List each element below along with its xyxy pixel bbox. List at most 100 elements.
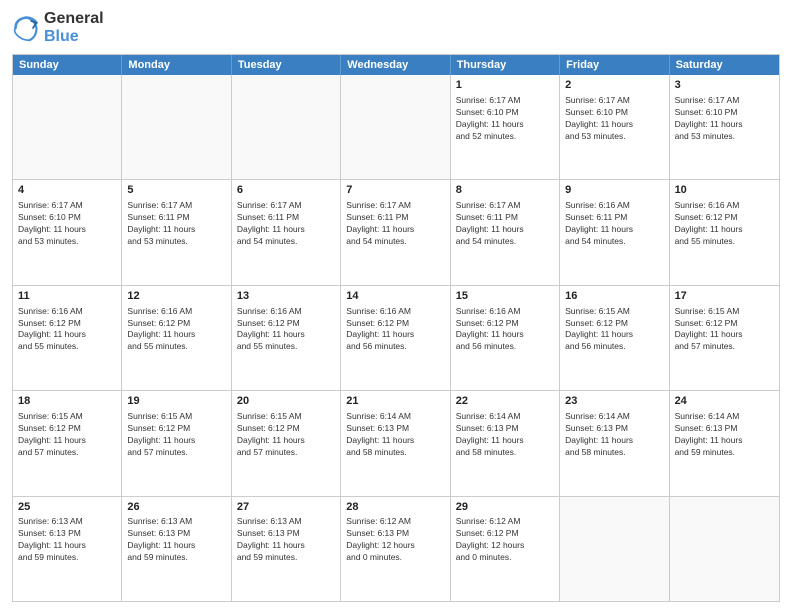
header-day-sunday: Sunday — [13, 55, 122, 75]
calendar-cell — [13, 75, 122, 179]
calendar-cell: 16Sunrise: 6:15 AM Sunset: 6:12 PM Dayli… — [560, 286, 669, 390]
day-number: 10 — [675, 183, 774, 198]
week-row-5: 25Sunrise: 6:13 AM Sunset: 6:13 PM Dayli… — [13, 496, 779, 601]
day-info: Sunrise: 6:16 AM Sunset: 6:12 PM Dayligh… — [456, 306, 554, 354]
day-info: Sunrise: 6:15 AM Sunset: 6:12 PM Dayligh… — [127, 411, 225, 459]
calendar-cell: 9 Sunrise: 6:16 AM Sunset: 6:11 PM Daylig… — [560, 180, 669, 284]
day-info: Sunrise: 6:14 AM Sunset: 6:13 PM Dayligh… — [346, 411, 444, 459]
calendar-cell — [670, 497, 779, 601]
day-info: Sunrise: 6:12 AM Sunset: 6:13 PM Dayligh… — [346, 516, 444, 564]
calendar-cell: 12 Sunrise: 6:16 AM Sunset: 6:12 PM Dayli… — [122, 286, 231, 390]
day-info: Sunrise: 6:17 AM Sunset: 6:10 PM Dayligh… — [456, 95, 554, 143]
logo-icon — [12, 14, 40, 42]
calendar-cell: 3 Sunrise: 6:17 AM Sunset: 6:10 PM Daylig… — [670, 75, 779, 179]
day-number: 13 — [237, 289, 335, 304]
calendar-header: SundayMondayTuesdayWednesdayThursdayFrid… — [13, 55, 779, 75]
calendar-cell: 24Sunrise: 6:14 AM Sunset: 6:13 PM Dayli… — [670, 391, 779, 495]
day-info: Sunrise: 6:15 AM Sunset: 6:12 PM Dayligh… — [18, 411, 116, 459]
calendar-cell: 21Sunrise: 6:14 AM Sunset: 6:13 PM Dayli… — [341, 391, 450, 495]
day-number: 12 — [127, 289, 225, 304]
calendar-cell: 26Sunrise: 6:13 AM Sunset: 6:13 PM Dayli… — [122, 497, 231, 601]
header-day-monday: Monday — [122, 55, 231, 75]
day-number: 25 — [18, 500, 116, 515]
calendar-cell: 5Sunrise: 6:17 AM Sunset: 6:11 PM Daylig… — [122, 180, 231, 284]
logo: General Blue — [12, 10, 104, 46]
week-row-4: 18Sunrise: 6:15 AM Sunset: 6:12 PM Dayli… — [13, 390, 779, 495]
day-number: 4 — [18, 183, 116, 198]
day-info: Sunrise: 6:15 AM Sunset: 6:12 PM Dayligh… — [675, 306, 774, 354]
calendar-cell: 6Sunrise: 6:17 AM Sunset: 6:11 PM Daylig… — [232, 180, 341, 284]
day-number: 8 — [456, 183, 554, 198]
day-number: 24 — [675, 394, 774, 409]
day-info: Sunrise: 6:17 AM Sunset: 6:10 PM Dayligh… — [565, 95, 663, 143]
day-info: Sunrise: 6:13 AM Sunset: 6:13 PM Dayligh… — [18, 516, 116, 564]
day-info: Sunrise: 6:13 AM Sunset: 6:13 PM Dayligh… — [127, 516, 225, 564]
day-info: Sunrise: 6:16 AM Sunset: 6:11 PM Dayligh… — [565, 200, 663, 248]
calendar-cell — [341, 75, 450, 179]
day-number: 28 — [346, 500, 444, 515]
day-number: 1 — [456, 78, 554, 93]
day-number: 26 — [127, 500, 225, 515]
day-number: 3 — [675, 78, 774, 93]
calendar-cell: 2Sunrise: 6:17 AM Sunset: 6:10 PM Daylig… — [560, 75, 669, 179]
calendar-cell: 11 Sunrise: 6:16 AM Sunset: 6:12 PM Dayli… — [13, 286, 122, 390]
day-number: 16 — [565, 289, 663, 304]
calendar-cell: 15 Sunrise: 6:16 AM Sunset: 6:12 PM Dayli… — [451, 286, 560, 390]
header: General Blue — [12, 10, 780, 46]
day-number: 15 — [456, 289, 554, 304]
calendar-body: 1 Sunrise: 6:17 AM Sunset: 6:10 PM Daylig… — [13, 75, 779, 601]
day-number: 20 — [237, 394, 335, 409]
calendar-cell: 29Sunrise: 6:12 AM Sunset: 6:12 PM Dayli… — [451, 497, 560, 601]
calendar-cell: 25Sunrise: 6:13 AM Sunset: 6:13 PM Dayli… — [13, 497, 122, 601]
day-info: Sunrise: 6:16 AM Sunset: 6:12 PM Dayligh… — [675, 200, 774, 248]
calendar-cell: 19 Sunrise: 6:15 AM Sunset: 6:12 PM Dayli… — [122, 391, 231, 495]
day-info: Sunrise: 6:17 AM Sunset: 6:11 PM Dayligh… — [127, 200, 225, 248]
week-row-2: 4 Sunrise: 6:17 AM Sunset: 6:10 PM Daylig… — [13, 179, 779, 284]
day-info: Sunrise: 6:15 AM Sunset: 6:12 PM Dayligh… — [237, 411, 335, 459]
calendar-cell: 27Sunrise: 6:13 AM Sunset: 6:13 PM Dayli… — [232, 497, 341, 601]
day-number: 9 — [565, 183, 663, 198]
header-day-thursday: Thursday — [451, 55, 560, 75]
day-number: 27 — [237, 500, 335, 515]
day-number: 7 — [346, 183, 444, 198]
header-day-friday: Friday — [560, 55, 669, 75]
day-info: Sunrise: 6:17 AM Sunset: 6:11 PM Dayligh… — [456, 200, 554, 248]
calendar-cell: 14 Sunrise: 6:16 AM Sunset: 6:12 PM Dayli… — [341, 286, 450, 390]
day-info: Sunrise: 6:13 AM Sunset: 6:13 PM Dayligh… — [237, 516, 335, 564]
calendar-cell: 18Sunrise: 6:15 AM Sunset: 6:12 PM Dayli… — [13, 391, 122, 495]
calendar-cell: 20 Sunrise: 6:15 AM Sunset: 6:12 PM Dayli… — [232, 391, 341, 495]
day-info: Sunrise: 6:16 AM Sunset: 6:12 PM Dayligh… — [18, 306, 116, 354]
week-row-3: 11 Sunrise: 6:16 AM Sunset: 6:12 PM Dayli… — [13, 285, 779, 390]
calendar: SundayMondayTuesdayWednesdayThursdayFrid… — [12, 54, 780, 602]
calendar-cell: 1 Sunrise: 6:17 AM Sunset: 6:10 PM Daylig… — [451, 75, 560, 179]
day-number: 19 — [127, 394, 225, 409]
calendar-cell — [232, 75, 341, 179]
day-info: Sunrise: 6:14 AM Sunset: 6:13 PM Dayligh… — [565, 411, 663, 459]
day-number: 22 — [456, 394, 554, 409]
calendar-cell: 10 Sunrise: 6:16 AM Sunset: 6:12 PM Dayli… — [670, 180, 779, 284]
week-row-1: 1 Sunrise: 6:17 AM Sunset: 6:10 PM Daylig… — [13, 75, 779, 179]
page: General Blue SundayMondayTuesdayWednesda… — [0, 0, 792, 612]
calendar-cell — [560, 497, 669, 601]
day-info: Sunrise: 6:12 AM Sunset: 6:12 PM Dayligh… — [456, 516, 554, 564]
calendar-cell: 23 Sunrise: 6:14 AM Sunset: 6:13 PM Dayli… — [560, 391, 669, 495]
calendar-cell: 13 Sunrise: 6:16 AM Sunset: 6:12 PM Dayli… — [232, 286, 341, 390]
day-number: 14 — [346, 289, 444, 304]
day-number: 29 — [456, 500, 554, 515]
day-number: 17 — [675, 289, 774, 304]
day-info: Sunrise: 6:17 AM Sunset: 6:10 PM Dayligh… — [18, 200, 116, 248]
calendar-cell — [122, 75, 231, 179]
day-info: Sunrise: 6:16 AM Sunset: 6:12 PM Dayligh… — [346, 306, 444, 354]
calendar-cell: 4 Sunrise: 6:17 AM Sunset: 6:10 PM Daylig… — [13, 180, 122, 284]
day-number: 11 — [18, 289, 116, 304]
calendar-cell: 8 Sunrise: 6:17 AM Sunset: 6:11 PM Daylig… — [451, 180, 560, 284]
logo-text: General Blue — [44, 10, 104, 46]
day-info: Sunrise: 6:17 AM Sunset: 6:10 PM Dayligh… — [675, 95, 774, 143]
calendar-cell: 17 Sunrise: 6:15 AM Sunset: 6:12 PM Dayli… — [670, 286, 779, 390]
day-info: Sunrise: 6:17 AM Sunset: 6:11 PM Dayligh… — [237, 200, 335, 248]
day-info: Sunrise: 6:16 AM Sunset: 6:12 PM Dayligh… — [127, 306, 225, 354]
day-info: Sunrise: 6:17 AM Sunset: 6:11 PM Dayligh… — [346, 200, 444, 248]
day-info: Sunrise: 6:16 AM Sunset: 6:12 PM Dayligh… — [237, 306, 335, 354]
day-info: Sunrise: 6:14 AM Sunset: 6:13 PM Dayligh… — [456, 411, 554, 459]
day-number: 23 — [565, 394, 663, 409]
